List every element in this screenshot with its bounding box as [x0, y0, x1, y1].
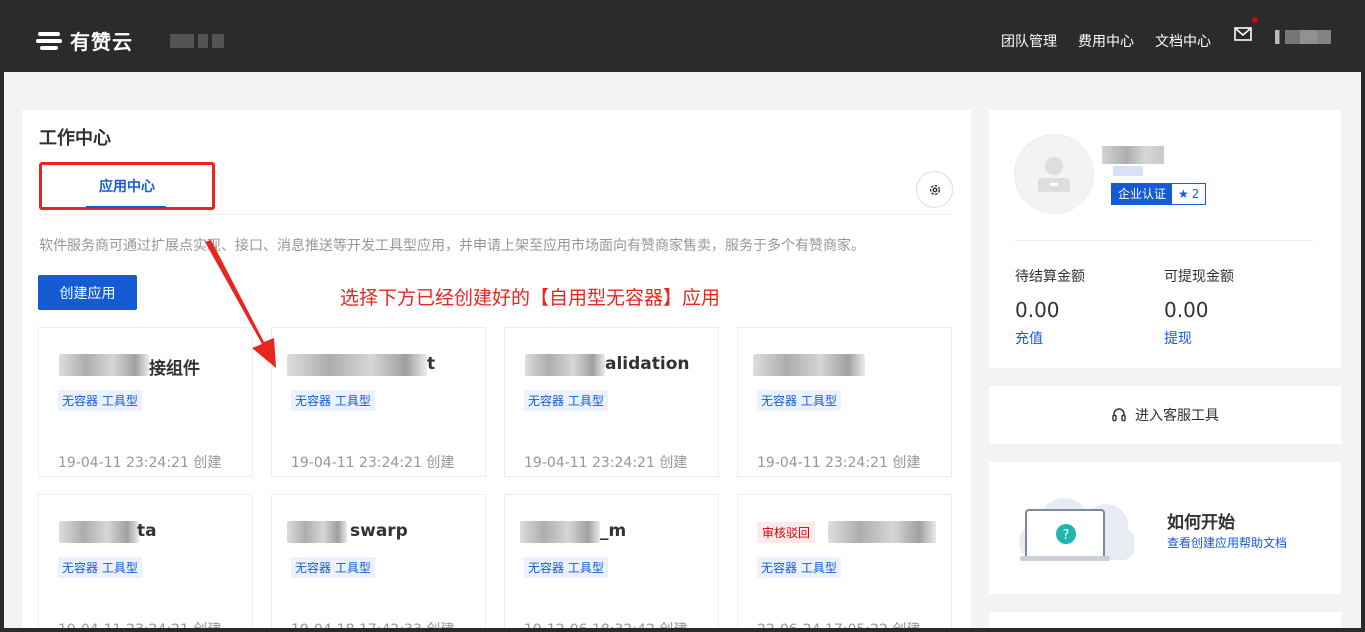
gear-icon	[929, 184, 940, 195]
page-title: 工作中心	[39, 128, 111, 149]
app-card[interactable]: ta 无容器 工具型 19-04-11 23:24:21 创建	[38, 494, 253, 632]
app-tag: 无容器 工具型	[58, 557, 142, 578]
settings-button[interactable]	[916, 171, 953, 208]
app-date: 19-12-06 18:32:42 创建	[524, 622, 688, 632]
star-count: 2	[1191, 187, 1200, 201]
pending-label: 待结算金额	[1015, 269, 1085, 285]
redacted-title	[287, 521, 347, 543]
divider	[1014, 240, 1314, 241]
logo-text: 有赞云	[70, 30, 133, 54]
redacted-title	[753, 354, 865, 376]
tabs-divider	[39, 214, 953, 215]
app-card[interactable]: alidation 无容器 工具型 19-04-11 23:24:21 创建	[504, 327, 719, 477]
redacted-title	[828, 521, 936, 543]
user-icon	[1038, 157, 1070, 192]
work-center-card: 工作中心 应用中心 软件服务商可通过扩展点实现、接口、消息推送等开发工具型应用，…	[22, 110, 971, 632]
app-title: swarp	[350, 521, 408, 541]
star-icon: ★	[1178, 187, 1189, 201]
withdraw-amount: 可提现金额 0.00 提现	[1164, 266, 1314, 348]
status-badge: 审核驳回	[757, 522, 816, 543]
create-app-button[interactable]: 创建应用	[38, 275, 137, 310]
app-date: 19-04-11 23:24:21 创建	[58, 622, 222, 632]
redacted-title	[287, 354, 427, 376]
cloud-laptop-icon: ?	[1018, 498, 1134, 561]
app-tag: 无容器 工具型	[757, 557, 841, 578]
mail-icon[interactable]	[1234, 27, 1252, 41]
pending-amount: 待结算金额 0.00 充值	[1015, 266, 1165, 348]
tab-app-center[interactable]: 应用中心	[39, 162, 215, 210]
nav-link-team[interactable]: 团队管理	[1001, 31, 1057, 51]
recharge-link[interactable]: 充值	[1015, 328, 1165, 348]
app-tag: 无容器 工具型	[524, 390, 608, 411]
app-tag: 无容器 工具型	[524, 557, 608, 578]
app-card[interactable]: 审核驳回 无容器 工具型 22-06-24 17:05:22 创建	[737, 494, 952, 632]
app-title: _m	[600, 521, 627, 541]
withdraw-value: 0.00	[1164, 298, 1209, 322]
withdraw-link[interactable]: 提现	[1164, 328, 1314, 348]
description: 软件服务商可通过扩展点实现、接口、消息推送等开发工具型应用，并申请上架至应用市场…	[39, 238, 865, 254]
app-title: ta	[137, 521, 157, 541]
app-tag: 无容器 工具型	[291, 557, 375, 578]
app-card[interactable]: swarp 无容器 工具型 19-04-18 17:42:33 创建	[271, 494, 486, 632]
headset-icon	[1112, 408, 1126, 422]
app-date: 19-04-11 23:24:21 创建	[58, 455, 222, 471]
app-card[interactable]: t 无容器 工具型 19-04-11 23:24:21 创建	[271, 327, 486, 477]
help-title: 如何开始	[1167, 513, 1235, 533]
cert-badge: 企业认证	[1112, 184, 1173, 204]
app-date: 22-06-24 17:05:22 创建	[757, 622, 921, 632]
nav-link-docs[interactable]: 文档中心	[1155, 31, 1211, 51]
annotation-text: 选择下方已经创建好的【自用型无容器】应用	[340, 287, 721, 309]
redacted-subname	[1113, 166, 1143, 176]
certification: 企业认证 ★ 2	[1111, 183, 1207, 205]
help-doc-link[interactable]: 查看创建应用帮助文档	[1167, 534, 1287, 551]
app-tag: 无容器 工具型	[291, 390, 375, 411]
nav-links: 团队管理 费用中心 文档中心	[1001, 31, 1211, 51]
user-menu[interactable]	[1275, 30, 1331, 44]
svg-text:?: ?	[1063, 528, 1070, 543]
customer-service-button[interactable]: 进入客服工具	[989, 386, 1341, 444]
app-title: t	[427, 354, 436, 374]
app-tag: 无容器 工具型	[58, 390, 142, 411]
notification-dot	[1252, 17, 1258, 23]
tab-underline	[86, 206, 166, 208]
app-date: 19-04-11 23:24:21 创建	[524, 455, 688, 471]
redacted-title	[59, 354, 149, 376]
pending-value: 0.00	[1015, 298, 1060, 322]
help-card: ? 如何开始 查看创建应用帮助文档	[989, 462, 1341, 594]
app-date: 19-04-11 23:24:21 创建	[291, 455, 455, 471]
app-card[interactable]: 无容器 工具型 19-04-11 23:24:21 创建	[737, 327, 952, 477]
avatar[interactable]	[1014, 134, 1094, 214]
nav-link-billing[interactable]: 费用中心	[1078, 31, 1134, 51]
app-card[interactable]: 接组件 无容器 工具型 19-04-11 23:24:21 创建	[38, 327, 253, 477]
app-title: alidation	[605, 354, 690, 374]
app-date: 19-04-18 17:42:33 创建	[291, 622, 455, 632]
app-date: 19-04-11 23:24:21 创建	[757, 455, 921, 471]
profile-card: 企业认证 ★ 2 待结算金额 0.00 充值 可提现金额 0.00 提现	[989, 110, 1341, 368]
app-tag: 无容器 工具型	[757, 390, 841, 411]
top-nav: 有赞云 团队管理 费用中心 文档中心	[0, 0, 1365, 72]
app-card[interactable]: _m 无容器 工具型 19-12-06 18:32:42 创建	[504, 494, 719, 632]
service-label: 进入客服工具	[1135, 408, 1219, 424]
withdraw-label: 可提现金额	[1164, 269, 1234, 285]
redacted-title	[59, 521, 139, 543]
extra-card	[989, 612, 1341, 632]
redacted-name	[1102, 146, 1164, 164]
star-rating: ★ 2	[1172, 184, 1205, 204]
app-title: 接组件	[149, 359, 200, 379]
logo[interactable]: 有赞云	[36, 26, 133, 55]
redacted-title	[525, 354, 605, 376]
shop-name-redacted[interactable]	[170, 34, 230, 48]
logo-icon	[36, 30, 62, 52]
redacted-title	[520, 521, 600, 543]
